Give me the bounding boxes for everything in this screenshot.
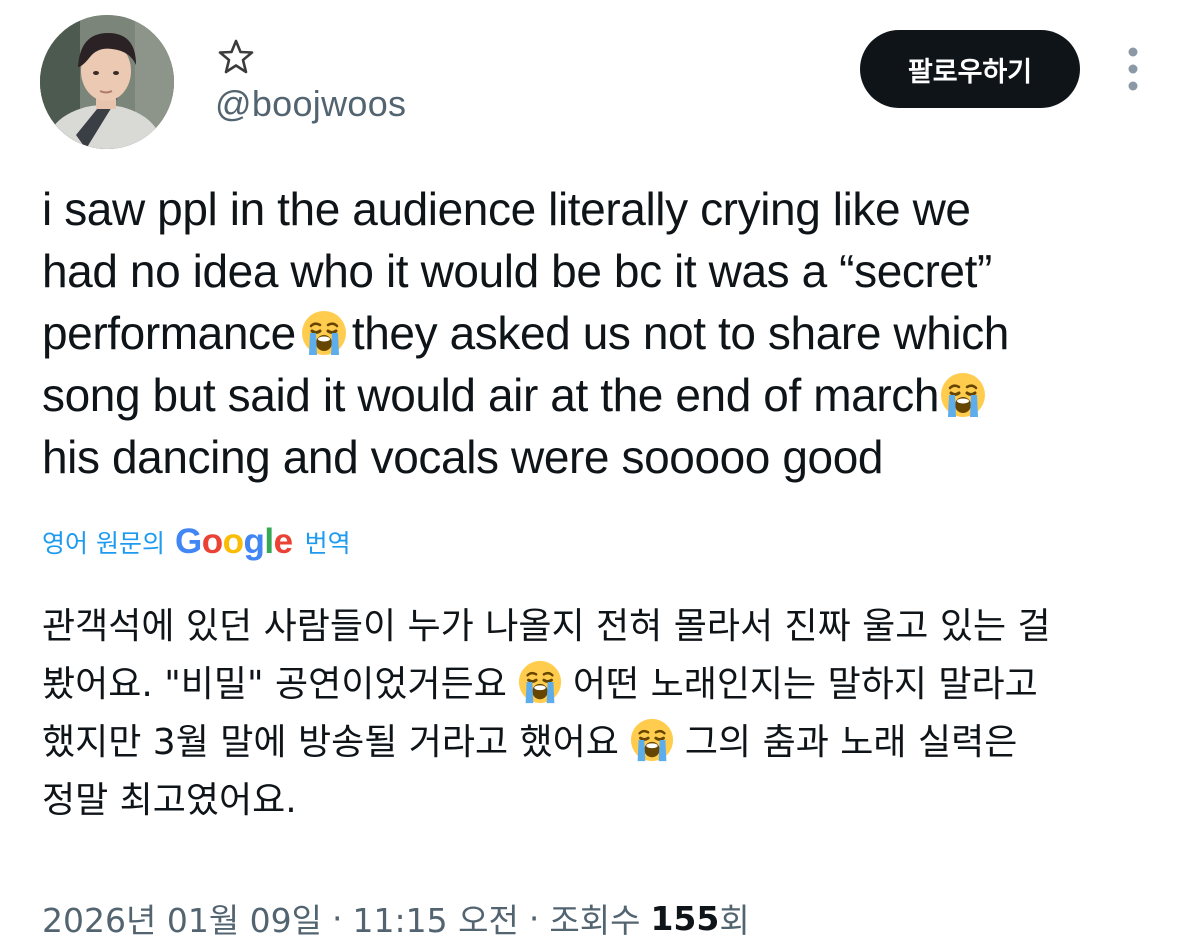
user-handle[interactable]: @boojwoos [215,83,406,125]
tweet-date[interactable]: 2026년 01월 09일 [42,894,322,942]
translated-line: 정말 최고였어요. [42,780,297,821]
google-letter: o [201,522,223,561]
loudly-crying-face-emoji [300,309,348,357]
tweet-line: had no idea who it would be bc it was a … [42,245,992,297]
tweet-text: i saw ppl in the audience literally cryi… [42,178,1162,488]
tweet-line-text: song but said it would air at the end of… [42,369,940,421]
google-logo: Google [175,522,293,562]
views-count: 155 [650,898,720,938]
translated-text: 관객석에 있던 사람들이 누가 나올지 전혀 몰라서 진짜 울고 있는 걸 봤어… [42,598,1162,830]
tweet-line: i saw ppl in the audience literally cryi… [42,183,971,235]
loudly-crying-face-emoji [629,717,675,763]
tweet-line: his dancing and vocals were sooooo good [42,431,884,483]
google-letter: l [264,522,274,561]
avatar[interactable] [40,15,174,149]
translated-line-text: 했지만 3월 말에 방송될 거라고 했어요 [42,722,619,763]
translated-line: 봤어요. "비밀" 공연이었거든요 어떤 노래인지는 말하지 말라고 [42,656,1162,714]
translated-line: 했지만 3월 말에 방송될 거라고 했어요 그의 춤과 노래 실력은 [42,714,1162,772]
translate-prefix: 영어 원문의 [42,529,165,558]
more-vertical-icon[interactable] [1118,44,1148,94]
google-letter: e [273,522,293,561]
tweet-meta: 2026년 01월 09일 · 11:15 오전 · 조회수 155 회 [42,895,750,941]
tweet-line: performance they asked us not to share wh… [42,302,1162,364]
tweet-header: @boojwoos 팔로우하기 [0,0,1200,160]
meta-separator: · [528,898,540,938]
translate-link[interactable]: 영어 원문의 Google 번역 [42,520,351,564]
tweet-time[interactable]: 11:15 오전 [353,894,519,942]
star-outline-icon [218,39,254,74]
views-suffix: 회 [719,901,750,940]
translated-line-text: 어떤 노래인지는 말하지 말라고 [572,664,1038,705]
tweet-line-text: performance [42,307,296,359]
google-letter: G [174,522,202,561]
translated-line-text: 그의 춤과 노래 실력은 [684,722,1018,763]
translated-line: 관객석에 있던 사람들이 누가 나올지 전혀 몰라서 진짜 울고 있는 걸 [42,606,1051,647]
translated-line-text: 봤어요. "비밀" 공연이었거든요 [42,664,507,705]
translate-suffix: 번역 [304,529,351,558]
meta-separator: · [332,898,343,938]
google-letter: o [222,522,244,561]
loudly-crying-face-emoji [517,659,563,705]
tweet-line: song but said it would air at the end of… [42,364,1162,426]
views-label: 조회수 [549,901,641,940]
tweet-line-text: they asked us not to share which [351,307,1010,359]
google-letter: g [243,522,265,561]
loudly-crying-face-emoji [939,371,987,419]
follow-button[interactable]: 팔로우하기 [860,30,1080,108]
